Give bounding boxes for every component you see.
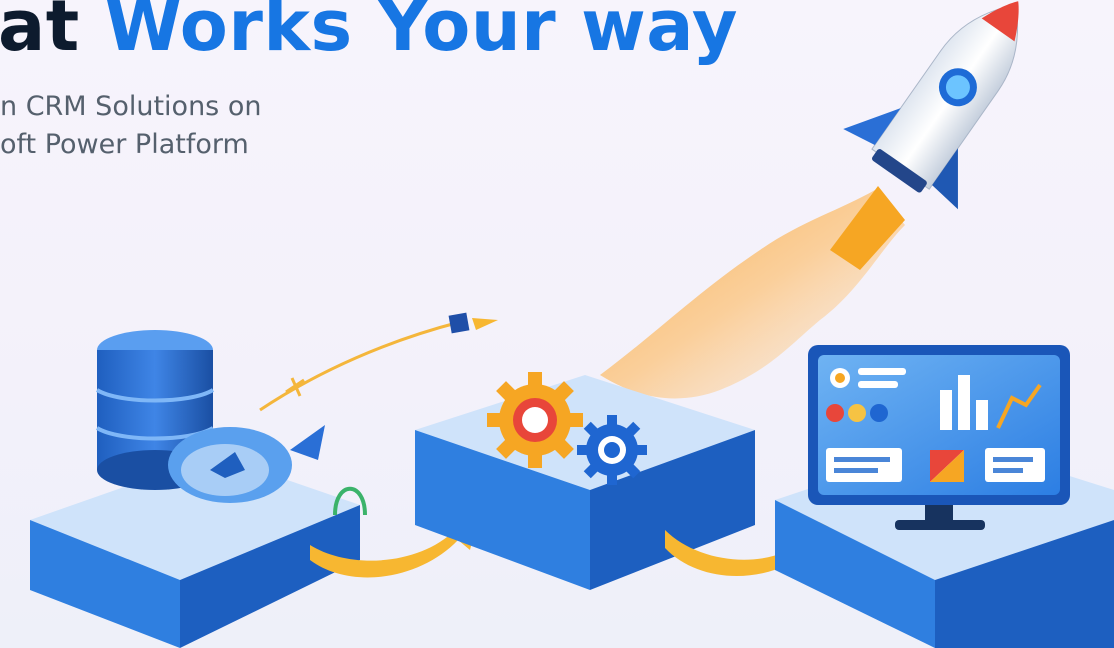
- hero-illustration: [30, 1, 1114, 648]
- rocket-icon: [843, 1, 1019, 210]
- hero-banner: at Works Your way n CRM Solutions on oft…: [0, 0, 1114, 648]
- paper-plane-icon: [259, 312, 498, 412]
- monitor-dashboard-icon: [808, 345, 1070, 530]
